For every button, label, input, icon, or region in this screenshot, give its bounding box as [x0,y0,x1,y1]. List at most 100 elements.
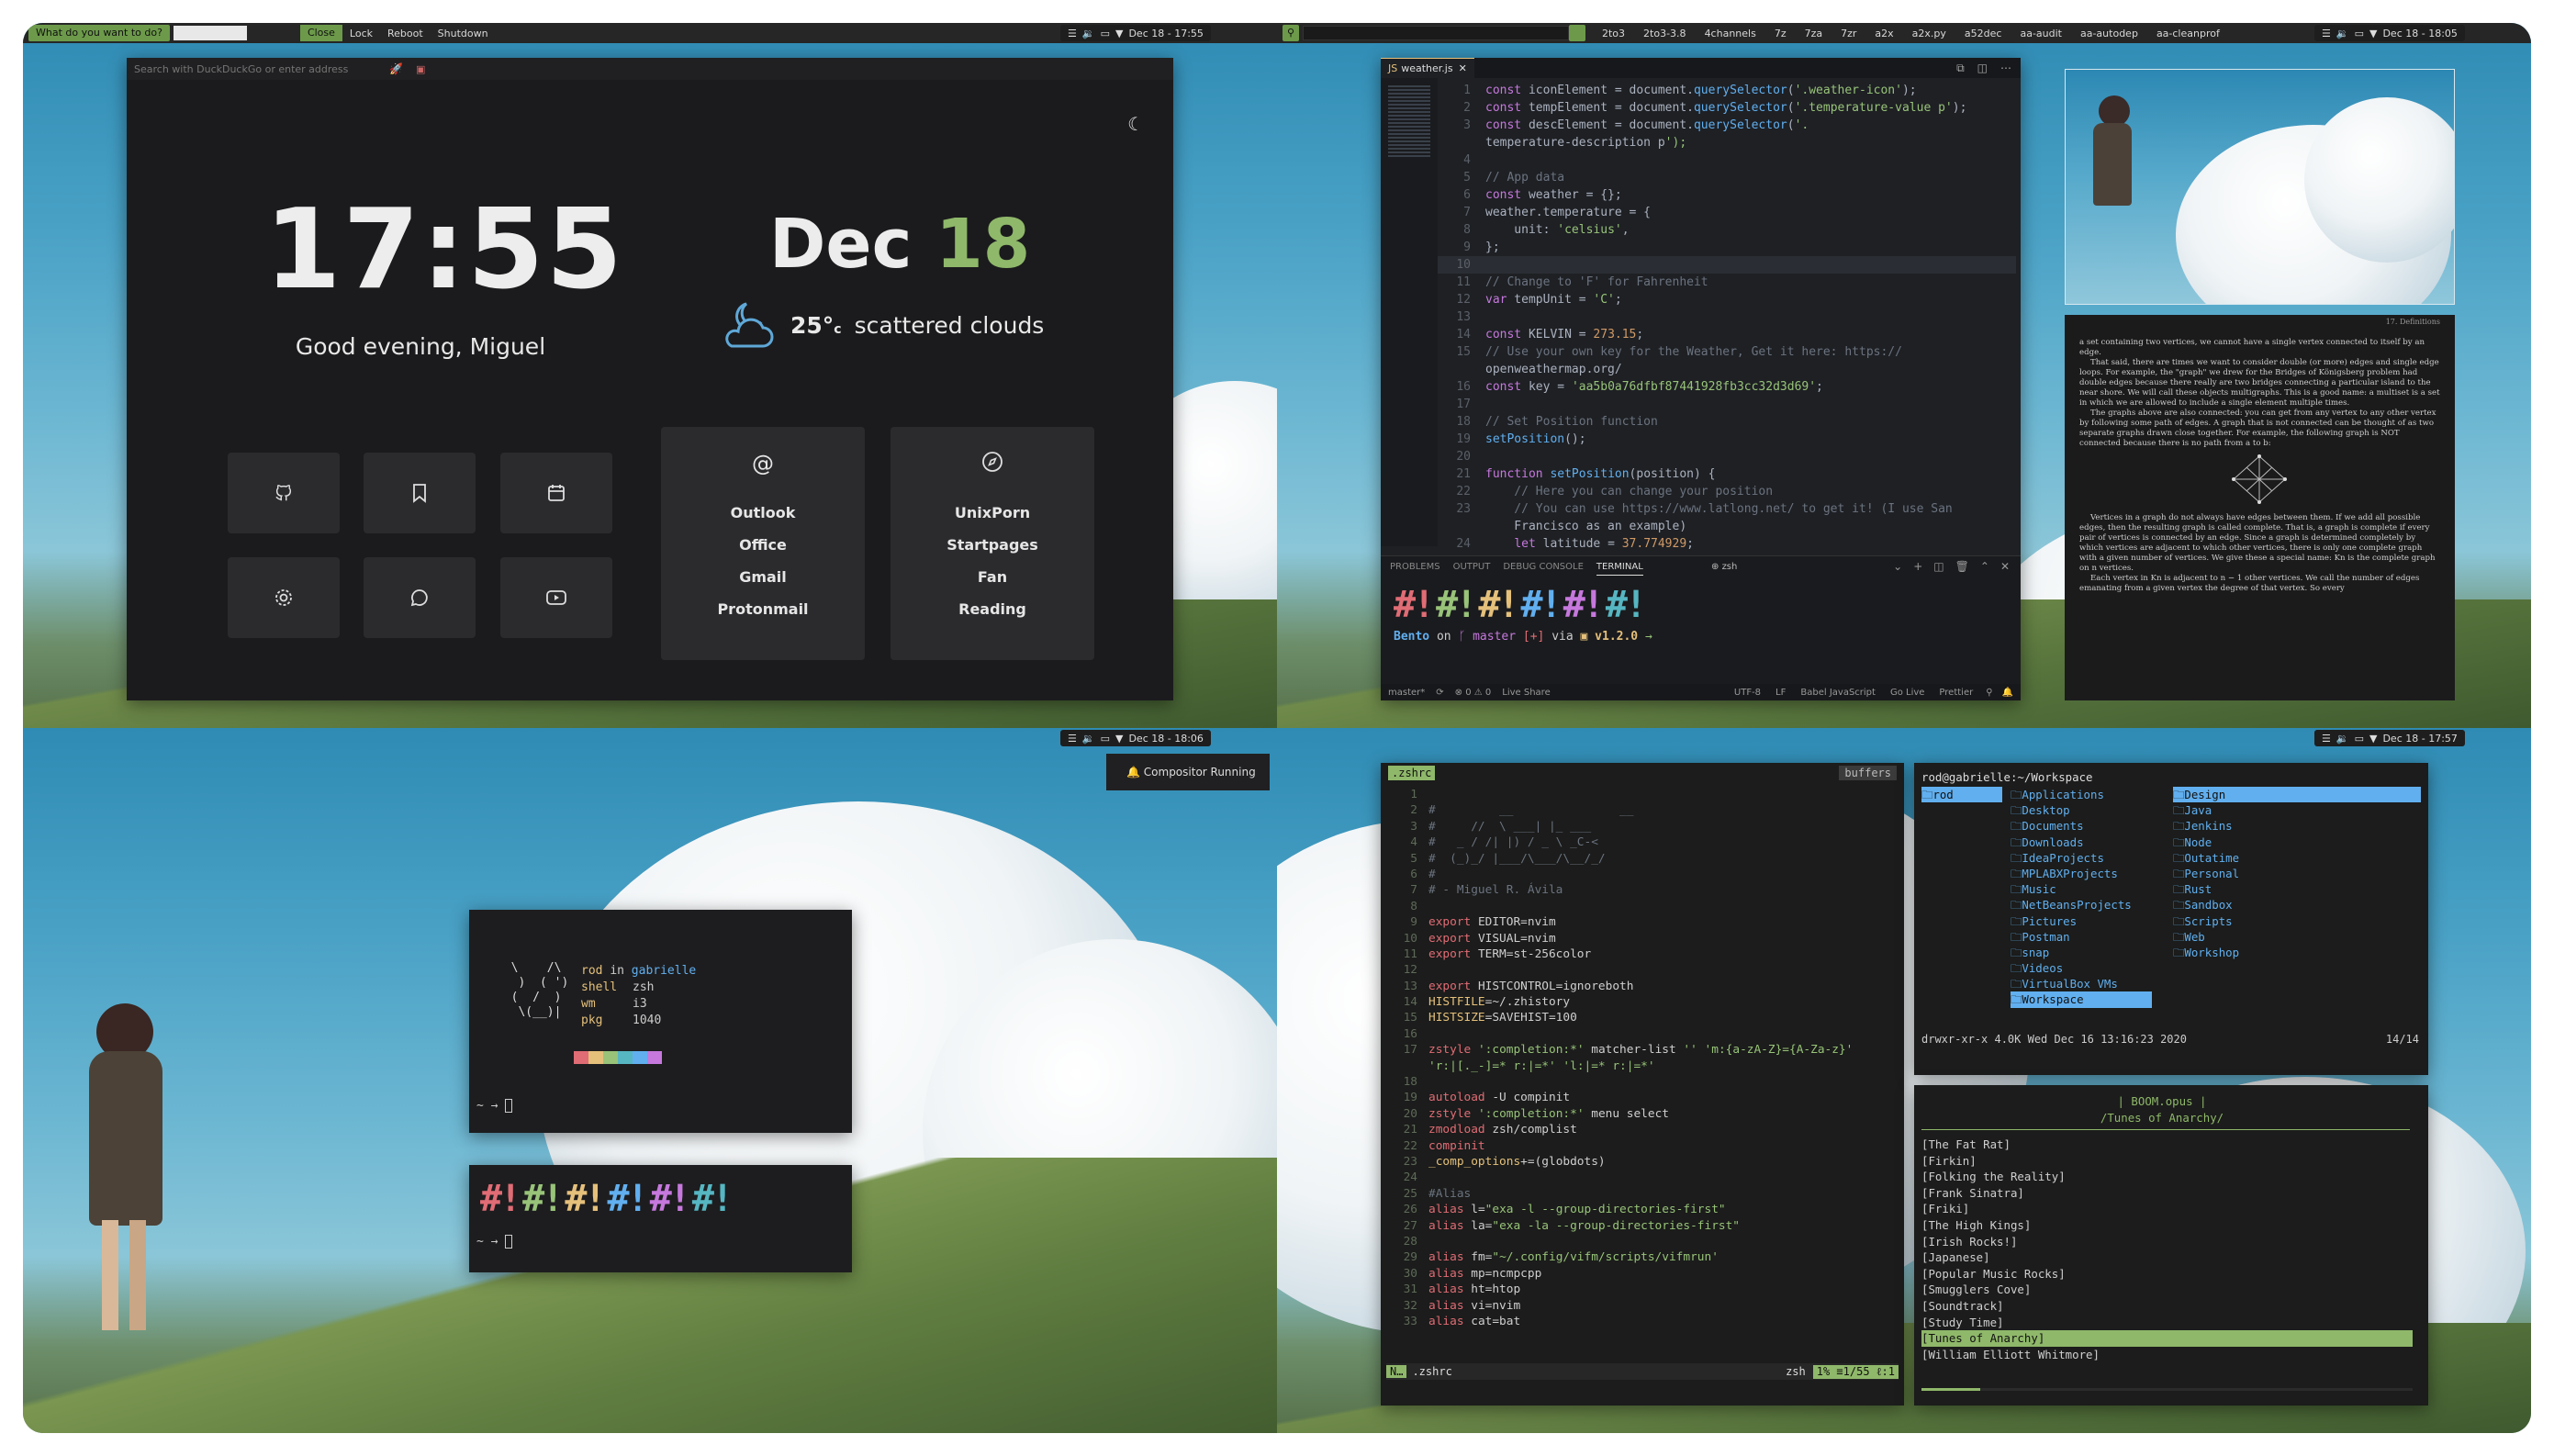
status-item[interactable]: master* [1388,688,1425,698]
status-item[interactable]: LF [1775,688,1786,698]
run-input[interactable] [1303,26,1569,40]
bookmark-tile[interactable] [364,453,476,533]
extension-icon[interactable]: ▣ [416,63,425,75]
layout-icon[interactable]: ☰ [1068,28,1077,39]
playlist-item[interactable]: [Friki] [1921,1201,2413,1217]
playlist-item[interactable]: [Japanese] [1921,1249,2413,1266]
vim-buffer[interactable]: 1 2 # __ __ 3 # // \ ___| |_ ___ 4 # _ / /| |)… [1381,787,1904,1365]
chat-tile[interactable] [364,557,476,638]
reboot-option[interactable]: Reboot [380,28,431,39]
close-option[interactable]: Close [299,25,342,41]
link-fan[interactable]: Fan [891,561,1094,593]
more-actions-icon[interactable]: ⋯ [2000,62,2011,75]
link-office[interactable]: Office [661,529,865,561]
run-suggestion[interactable]: aa-autodep [2071,28,2147,39]
panel-tab[interactable]: OUTPUT [1453,562,1491,576]
settings-tile[interactable] [228,557,340,638]
close-panel-icon[interactable]: ✕ [2000,560,2010,573]
playlist-item[interactable]: [The Fat Rat] [1921,1137,2413,1153]
playlist-item[interactable]: [The High Kings] [1921,1217,2413,1234]
playlist-item[interactable]: [Frank Sinatra] [1921,1185,2413,1202]
terminal-prompt[interactable]: Bento on ᚴ master [+] via ▣ v1.2.0 → [1394,630,1652,644]
moon-toggle-icon[interactable]: ☾ [1127,113,1144,135]
panel-tab[interactable]: PROBLEMS [1390,562,1440,576]
fm-entry[interactable]: 🗀snap [2011,945,2152,960]
fm-entry[interactable]: 🗀Scripts [2173,913,2421,929]
fm-entry[interactable]: 🗀NetBeansProjects [2011,897,2152,913]
fm-entry[interactable]: 🗀Web [2173,929,2421,945]
buffer-tab[interactable]: .zshrc [1388,766,1436,780]
fm-entry[interactable]: 🗀rod [1921,787,2002,803]
run-suggestion[interactable]: 2to3-3.8 [1634,28,1696,39]
fm-entry[interactable]: 🗀Documents [2011,818,2152,834]
fm-entry[interactable]: 🗀Design [2173,787,2421,803]
playlist-item[interactable]: [Folking the Reality] [1921,1169,2413,1185]
fm-entry[interactable]: 🗀VirtualBox VMs [2011,976,2152,991]
rocket-icon[interactable]: 🚀 [389,62,403,75]
battery-icon[interactable]: ▭ [2355,28,2364,39]
shell-selector[interactable]: ⊕ zsh [1711,562,1737,572]
address-bar[interactable]: 🚀 ▣ [127,58,1173,80]
editor-tab[interactable]: JS weather.js ✕ [1381,58,1474,78]
address-input[interactable] [134,62,382,75]
lock-option[interactable]: Lock [342,28,380,39]
battery-icon[interactable]: ▭ [1101,733,1110,745]
volume-icon[interactable]: 🔉 [1082,733,1095,745]
fm-entry[interactable]: 🗀Music [2011,881,2152,897]
playlist-item[interactable]: [Firkin] [1921,1153,2413,1170]
run-suggestion[interactable]: 7za [1796,28,1832,39]
status-item[interactable]: UTF-8 [1734,688,1761,698]
run-suggestion[interactable]: a2x.py [1903,28,1955,39]
minimap[interactable] [1381,78,1438,546]
wifi-icon[interactable]: ▼ [2369,733,2377,745]
run-suggestion[interactable]: 7z [1765,28,1796,39]
playlist-item[interactable]: [Tunes of Anarchy] [1921,1330,2413,1347]
playlist-item[interactable]: [Smugglers Cove] [1921,1282,2413,1298]
fm-entry[interactable]: 🗀Sandbox [2173,897,2421,913]
layout-icon[interactable]: ☰ [1068,733,1077,745]
status-item[interactable]: ⟳ [1436,688,1443,698]
code-area[interactable]: 1 const iconElement = document.querySelec… [1438,82,2016,568]
playlist-item[interactable]: [William Elliott Whitmore] [1921,1347,2413,1363]
maximize-icon[interactable]: ⌃ [1980,560,1989,573]
progress-track[interactable] [1921,1388,2413,1391]
volume-icon[interactable]: 🔉 [1082,28,1095,39]
fm-entry[interactable]: 🗀Workspace [2011,991,2152,1008]
split-editor-icon[interactable]: ◫ [1977,62,1988,75]
link-protonmail[interactable]: Protonmail [661,593,865,625]
layout-icon[interactable]: ☰ [2322,28,2331,39]
calendar-tile[interactable] [500,453,612,533]
playlist-item[interactable]: [Soundtrack] [1921,1298,2413,1315]
run-suggestion[interactable]: a52dec [1955,28,2011,39]
fm-entry[interactable]: 🗀Node [2173,834,2421,850]
panel-tab[interactable]: TERMINAL [1596,562,1643,576]
youtube-tile[interactable] [500,557,612,638]
battery-icon[interactable]: ▭ [2355,733,2364,745]
prompt-input[interactable] [173,26,247,40]
run-suggestion[interactable]: 4channels [1696,28,1765,39]
status-item[interactable]: Live Share [1502,688,1550,698]
run-suggestion[interactable]: aa-cleanprof [2147,28,2229,39]
wifi-icon[interactable]: ▼ [2369,28,2377,39]
bell-icon[interactable]: 🔔 [2002,688,2013,698]
link-startpages[interactable]: Startpages [891,529,1094,561]
status-item[interactable]: Go Live [1890,688,1924,698]
fm-entry[interactable]: 🗀Desktop [2011,802,2152,818]
fm-entry[interactable]: 🗀Java [2173,802,2421,818]
github-tile[interactable] [228,453,340,533]
run-suggestion[interactable]: a2x [1865,28,1902,39]
shutdown-option[interactable]: Shutdown [431,28,496,39]
prompt-line[interactable]: ~ → [476,1235,513,1249]
fm-entry[interactable]: 🗀Videos [2011,960,2152,976]
status-item[interactable]: Prettier [1939,688,1973,698]
split-terminal-icon[interactable]: ◫ [1933,560,1944,573]
status-item[interactable]: Babel JavaScript [1800,688,1876,698]
link-gmail[interactable]: Gmail [661,561,865,593]
fm-entry[interactable]: 🗀Pictures [2011,913,2152,929]
fm-entry[interactable]: 🗀Jenkins [2173,818,2421,834]
link-reading[interactable]: Reading [891,593,1094,625]
fm-entry[interactable]: 🗀Rust [2173,881,2421,897]
compare-icon[interactable]: ⧉ [1956,62,1965,75]
run-suggestion[interactable]: 7zr [1831,28,1865,39]
prompt-line[interactable]: ~ → [476,1099,513,1113]
